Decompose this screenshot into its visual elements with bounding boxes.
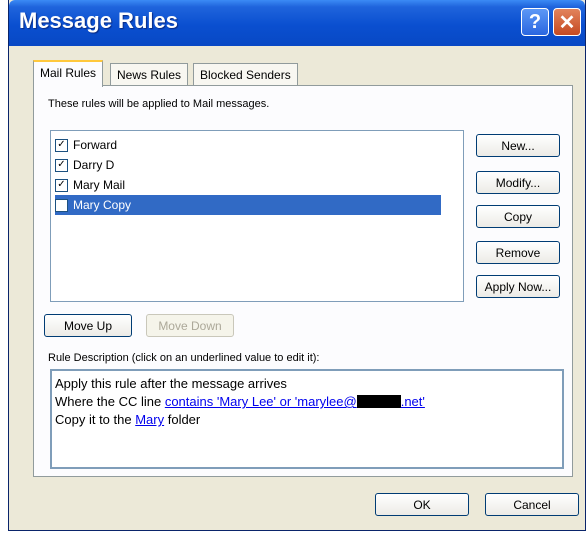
modify-rule-button[interactable]: Modify...: [476, 171, 560, 194]
folder-link[interactable]: Mary: [135, 412, 164, 427]
rule-item-darry-d[interactable]: ✓ Darry D: [55, 155, 114, 175]
help-button[interactable]: ?: [521, 8, 549, 36]
rule-label: Forward: [73, 138, 118, 152]
move-down-button: Move Down: [146, 314, 234, 337]
rule-description-caption: Rule Description (click on an underlined…: [48, 352, 320, 364]
rule-item-mary-copy[interactable]: ✓ Mary Copy: [55, 195, 441, 215]
check-icon: ✓: [57, 159, 66, 170]
close-button[interactable]: ✕: [553, 8, 581, 36]
description-line-3: Copy it to the Mary folder: [55, 411, 559, 429]
rule-checkbox[interactable]: ✓: [55, 138, 68, 152]
ok-button[interactable]: OK: [375, 493, 469, 516]
help-icon: ?: [528, 10, 542, 33]
apply-now-button[interactable]: Apply Now...: [476, 275, 560, 298]
rule-label: Mary Mail: [73, 178, 126, 192]
rule-item-forward[interactable]: ✓ Forward: [55, 135, 117, 155]
cc-condition-link[interactable]: contains 'Mary Lee' or 'marylee@ .net': [165, 394, 425, 409]
message-rules-dialog: Message Rules ? ✕ Mail Rules News Rules …: [8, 0, 586, 531]
rule-checkbox[interactable]: ✓: [55, 198, 68, 212]
cc-condition-link-domain: .net': [400, 394, 425, 409]
title-bar[interactable]: Message Rules ? ✕: [9, 0, 585, 46]
rule-checkbox[interactable]: ✓: [55, 158, 68, 172]
rule-description-box: Apply this rule after the message arrive…: [50, 369, 564, 469]
remove-rule-button[interactable]: Remove: [476, 241, 560, 264]
check-icon: ✓: [57, 199, 66, 210]
rules-list[interactable]: ✓ Forward ✓ Darry D ✓ Mary Mail ✓ Mary C…: [50, 130, 464, 302]
check-icon: ✓: [57, 179, 66, 190]
cc-condition-link-text: contains 'Mary Lee' or 'marylee@: [164, 394, 357, 409]
close-icon: ✕: [558, 11, 576, 34]
description-text: Where the CC line: [55, 394, 165, 409]
rule-label: Darry D: [73, 158, 115, 172]
description-text: Copy it to the: [55, 412, 136, 427]
cancel-button[interactable]: Cancel: [485, 493, 579, 516]
rule-label: Mary Copy: [73, 198, 132, 212]
tab-blocked-senders[interactable]: Blocked Senders: [193, 63, 298, 85]
tab-mail-rules[interactable]: Mail Rules: [33, 60, 104, 87]
window-title: Message Rules: [19, 8, 178, 33]
description-line-1: Apply this rule after the message arrive…: [55, 376, 287, 391]
redaction-block: [356, 395, 401, 408]
description-line-2: Where the CC line contains 'Mary Lee' or…: [55, 393, 559, 411]
tab-news-rules[interactable]: News Rules: [110, 63, 189, 85]
check-icon: ✓: [57, 139, 66, 150]
copy-rule-button[interactable]: Copy: [476, 205, 560, 228]
description-text: folder: [164, 412, 201, 427]
rules-caption: These rules will be applied to Mail mess…: [48, 98, 270, 110]
move-up-button[interactable]: Move Up: [44, 314, 132, 337]
mail-rules-panel: These rules will be applied to Mail mess…: [33, 85, 573, 477]
rule-checkbox[interactable]: ✓: [55, 178, 68, 192]
new-rule-button[interactable]: New...: [476, 134, 560, 157]
rule-item-mary-mail[interactable]: ✓ Mary Mail: [55, 175, 125, 195]
